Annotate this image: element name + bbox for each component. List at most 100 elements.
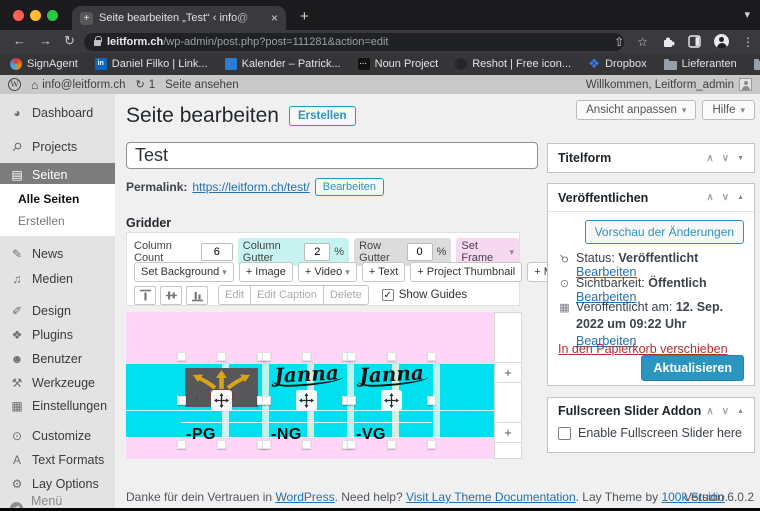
address-bar[interactable]: leitform.ch/wp-admin/post.php?post=11128…	[84, 33, 624, 51]
row-gutter-input[interactable]	[407, 243, 433, 261]
sidebar-item-dashboard[interactable]: ◕Dashboard	[0, 101, 115, 125]
tab-close-icon[interactable]: ×	[271, 11, 278, 25]
permalink-url[interactable]: https://leitform.ch/test/	[192, 180, 309, 194]
resize-handle[interactable]	[262, 396, 271, 405]
side-panel-icon[interactable]	[688, 35, 701, 48]
panel-toggle-icon[interactable]	[737, 194, 744, 201]
back-icon[interactable]	[13, 33, 26, 48]
move-to-trash-link[interactable]: In den Papierkorb verschieben	[558, 342, 728, 356]
align-top-button[interactable]	[134, 286, 156, 305]
edit-caption-button[interactable]: Edit Caption	[250, 285, 323, 305]
sidebar-item-projects[interactable]: ⚲Projects	[0, 135, 115, 159]
sidebar-item-lay-options[interactable]: ⚙Lay Options	[0, 472, 115, 496]
resize-handle[interactable]	[387, 440, 396, 449]
bookmark-star-icon[interactable]	[637, 35, 648, 49]
tab-search-chevron-icon[interactable]	[744, 8, 750, 21]
bookmark-dropbox[interactable]: ❖Dropbox	[588, 58, 647, 70]
move-panel-down-icon[interactable]	[722, 153, 729, 164]
permalink-edit-button[interactable]: Bearbeiten	[315, 178, 384, 196]
resize-handle[interactable]	[217, 352, 226, 361]
cell-text-label[interactable]: -NG	[271, 426, 302, 444]
delete-button[interactable]: Delete	[323, 285, 369, 305]
resize-handle[interactable]	[262, 440, 271, 449]
column-count-input[interactable]	[201, 243, 233, 261]
canvas-cell-image[interactable]: -PG	[181, 356, 262, 445]
enable-fullscreen-slider-checkbox[interactable]	[558, 427, 571, 440]
panel-toggle-icon[interactable]	[737, 408, 744, 415]
help-button[interactable]: Hilfe	[702, 100, 755, 120]
move-handle-icon[interactable]	[296, 390, 317, 411]
add-project-thumbnail-button[interactable]: + Project Thumbnail	[410, 262, 522, 282]
resize-handle[interactable]	[177, 440, 186, 449]
lay-docs-link[interactable]: Visit Lay Theme Documentation	[406, 490, 576, 504]
update-button[interactable]: Aktualisieren	[641, 355, 744, 381]
move-panel-up-icon[interactable]	[706, 153, 713, 164]
canvas-cell-script-text[interactable]: Janna -VG	[351, 356, 432, 445]
browser-tab[interactable]: Seite bearbeiten „Test“ ‹ info@ ×	[72, 6, 286, 30]
cell-text-label[interactable]: -VG	[356, 426, 386, 444]
canvas-cell-script-text[interactable]: Janna -NG	[266, 356, 347, 445]
close-window-button[interactable]	[13, 10, 24, 21]
reload-icon[interactable]	[64, 33, 75, 49]
resize-handle[interactable]	[302, 352, 311, 361]
sidebar-item-design[interactable]: ✐Design	[0, 299, 115, 323]
resize-handle[interactable]	[427, 440, 436, 449]
resize-handle[interactable]	[262, 352, 271, 361]
panel-toggle-icon[interactable]	[737, 155, 744, 162]
bookmark-kalender[interactable]: Kalender – Patrick...	[225, 58, 341, 70]
share-icon[interactable]	[614, 35, 624, 49]
resize-handle[interactable]	[217, 440, 226, 449]
sidebar-subitem-alle-seiten[interactable]: Alle Seiten	[0, 188, 115, 210]
add-new-page-button[interactable]: Erstellen	[289, 106, 356, 126]
align-bottom-button[interactable]	[186, 286, 208, 305]
bookmark-reshot[interactable]: Reshot | Free icon...	[455, 58, 571, 70]
wordpress-link[interactable]: WordPress	[275, 490, 334, 504]
add-image-button[interactable]: + Image	[239, 262, 293, 282]
resize-handle[interactable]	[347, 352, 356, 361]
cell-text-label[interactable]: -PG	[186, 426, 216, 444]
sidebar-subitem-erstellen[interactable]: Erstellen	[0, 210, 115, 232]
move-panel-up-icon[interactable]	[706, 192, 713, 203]
resize-handle[interactable]	[302, 440, 311, 449]
bookmark-folder-lieferanten[interactable]: Lieferanten	[664, 58, 737, 70]
add-row-button[interactable]: +	[494, 422, 522, 443]
minimize-window-button[interactable]	[30, 10, 41, 21]
profile-avatar[interactable]	[714, 34, 729, 49]
sidebar-item-news[interactable]: ✎News	[0, 242, 115, 266]
resize-handle[interactable]	[177, 396, 186, 405]
account-menu[interactable]: Willkommen, Leitform_admin	[586, 78, 752, 91]
sidebar-item-medien[interactable]: ♫Medien	[0, 267, 115, 291]
resize-handle[interactable]	[427, 396, 436, 405]
new-tab-button[interactable]	[300, 8, 309, 25]
bookmark-linkedin[interactable]: inDaniel Filko | Link...	[95, 58, 208, 70]
move-handle-icon[interactable]	[211, 390, 232, 411]
resize-handle[interactable]	[347, 440, 356, 449]
add-text-button[interactable]: + Text	[362, 262, 405, 282]
wordpress-logo[interactable]	[8, 78, 21, 91]
column-gutter-input[interactable]	[304, 243, 330, 261]
gridder-canvas[interactable]: -PG Janna -NG Janna -VG	[126, 312, 494, 459]
show-guides-checkbox[interactable]	[382, 289, 394, 301]
edit-button[interactable]: Edit	[218, 285, 250, 305]
resize-handle[interactable]	[387, 352, 396, 361]
set-background-dropdown[interactable]: Set Background	[134, 262, 234, 282]
sidebar-item-einstellungen[interactable]: ▦Einstellungen	[0, 394, 115, 418]
sidebar-item-text-formats[interactable]: AText Formats	[0, 448, 115, 472]
resize-handle[interactable]	[347, 396, 356, 405]
zoom-window-button[interactable]	[47, 10, 58, 21]
resize-handle[interactable]	[177, 352, 186, 361]
move-handle-icon[interactable]	[381, 390, 402, 411]
site-name-menu[interactable]: info@leitform.ch	[31, 78, 126, 92]
browser-menu-icon[interactable]	[742, 35, 754, 49]
add-video-dropdown[interactable]: + Video	[298, 262, 357, 282]
screen-options-button[interactable]: Ansicht anpassen	[576, 100, 696, 120]
move-panel-down-icon[interactable]	[722, 192, 729, 203]
resize-handle[interactable]	[427, 352, 436, 361]
sidebar-item-werkzeuge[interactable]: ⚒Werkzeuge	[0, 371, 115, 395]
bookmark-folder-behoerden[interactable]: Behörden	[754, 58, 760, 70]
add-row-button[interactable]: +	[494, 362, 522, 383]
sidebar-item-benutzer[interactable]: ☻Benutzer	[0, 347, 115, 371]
extensions-icon[interactable]	[661, 35, 675, 49]
forward-icon[interactable]	[39, 33, 52, 48]
align-middle-button[interactable]	[160, 286, 182, 305]
